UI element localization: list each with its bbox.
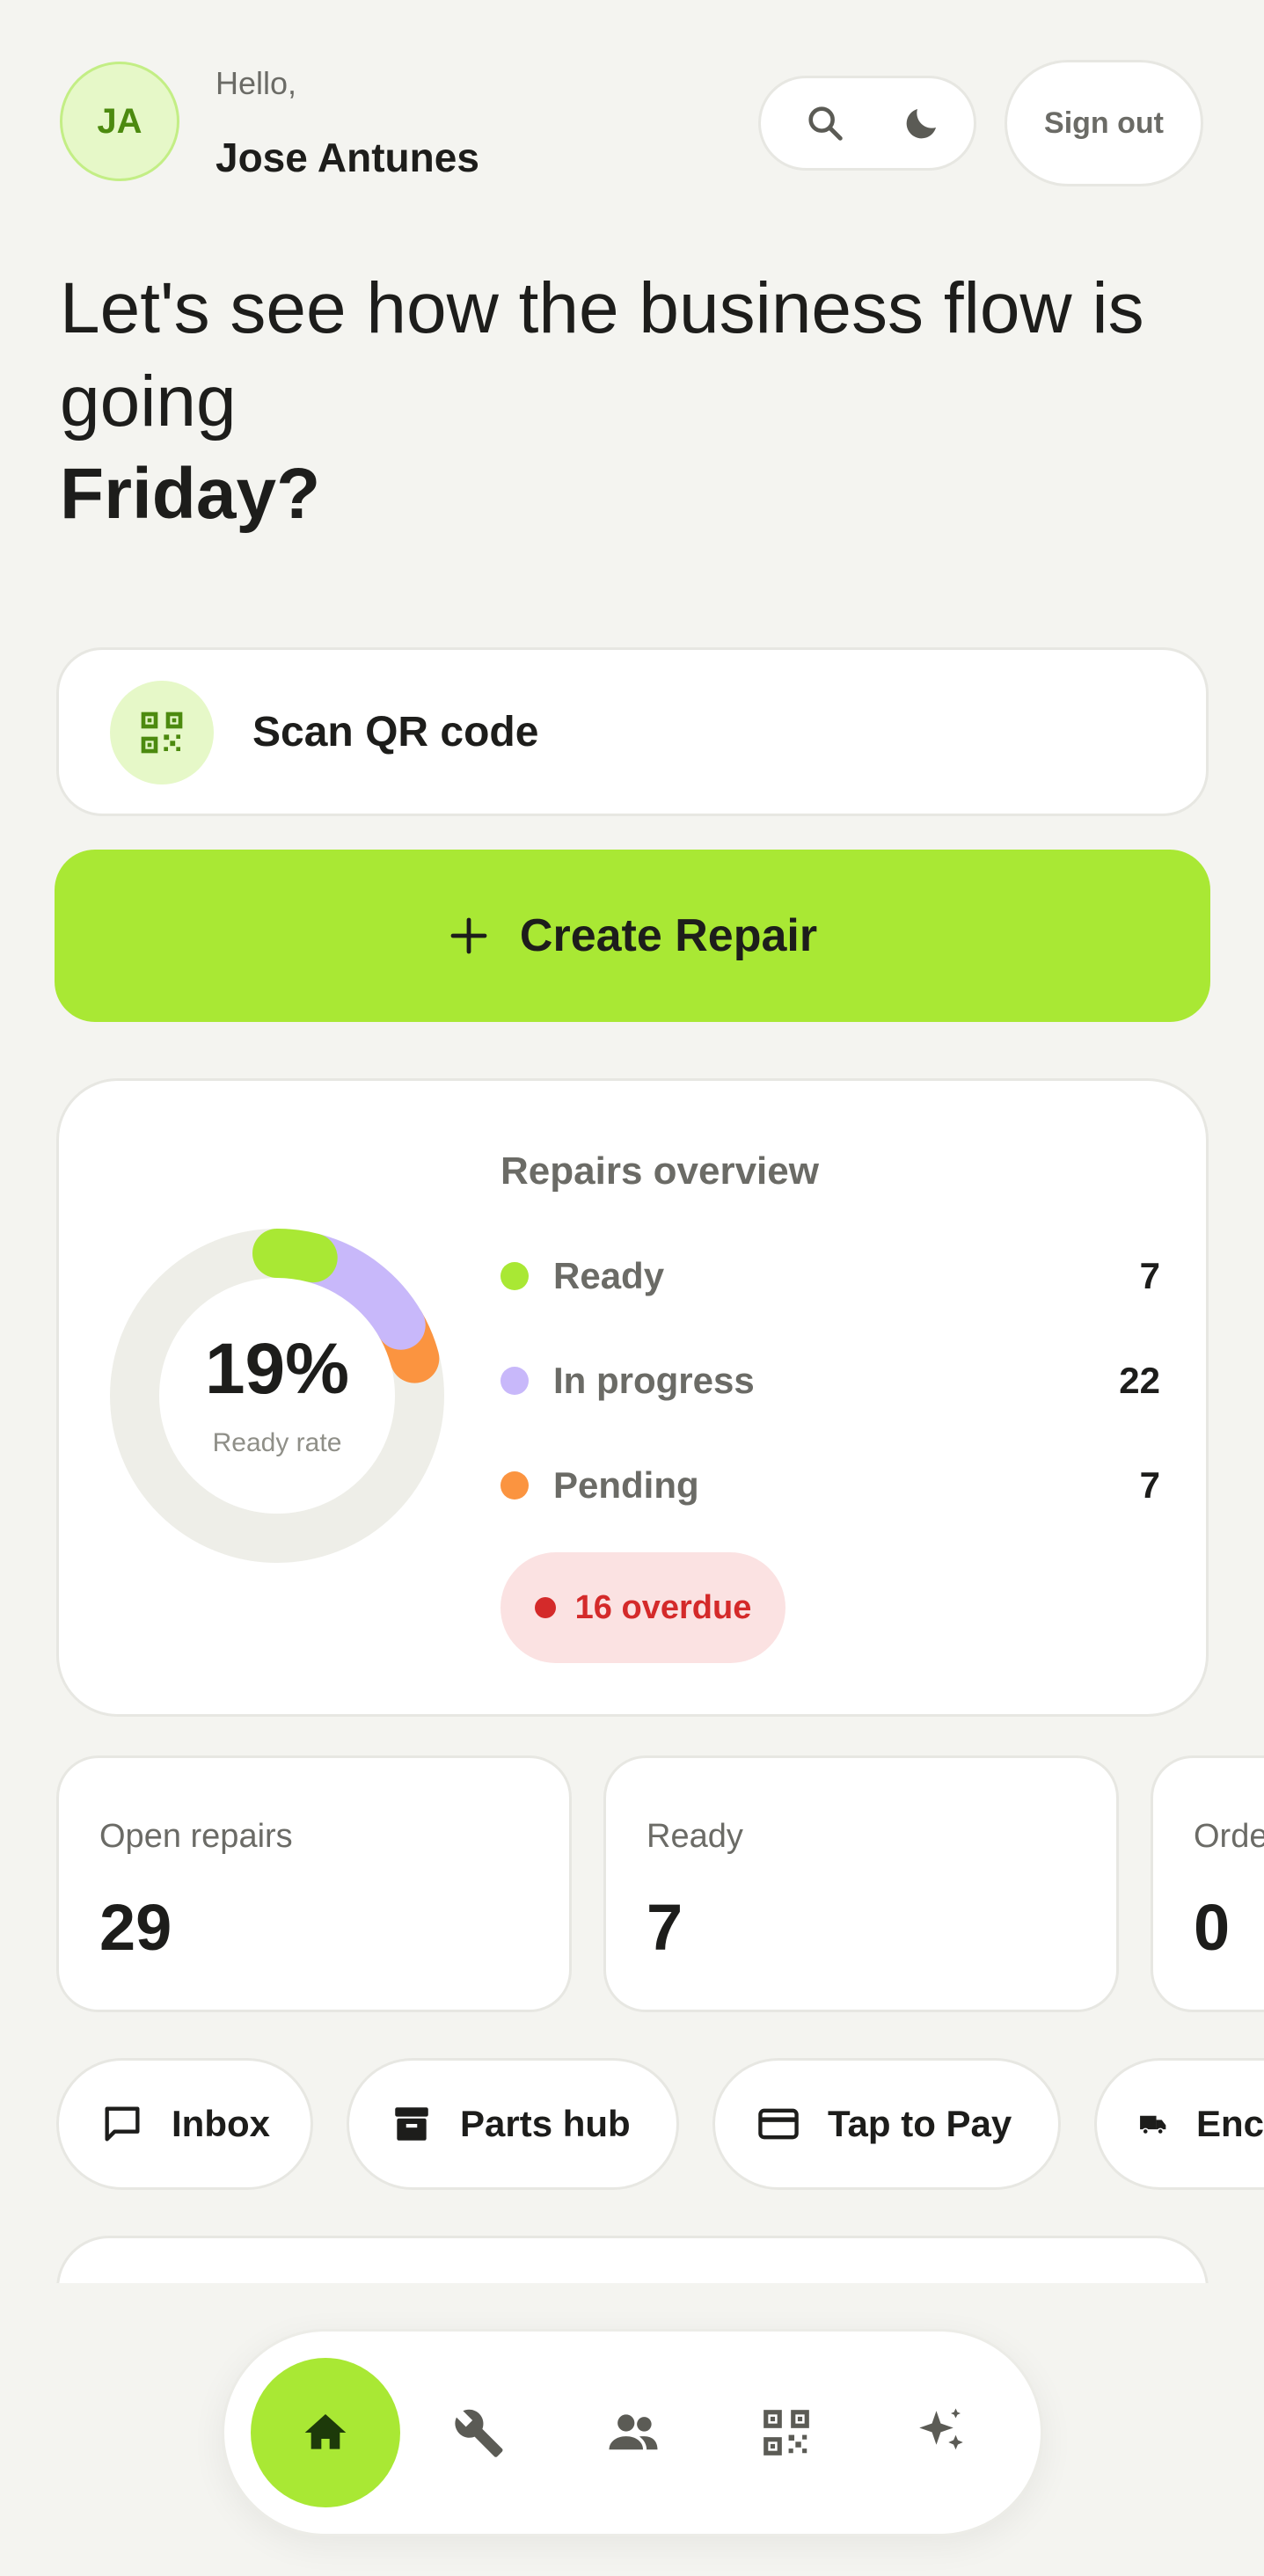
ready-rate-donut: 19% Ready rate (110, 1229, 444, 1563)
legend-item-pending[interactable]: Pending 7 (500, 1459, 1160, 1512)
chip-label: Tap to Pay (828, 2103, 1012, 2144)
stat-card-ready[interactable]: Ready 7 (603, 1755, 1119, 2012)
stat-card-orders[interactable]: Orde 0 (1151, 1755, 1264, 2012)
theme-toggle-button[interactable] (873, 78, 970, 168)
plus-icon (450, 917, 487, 954)
repairs-overview-card[interactable]: 19% Ready rate Repairs overview Ready 7 … (56, 1078, 1209, 1717)
legend-dot (500, 1367, 529, 1395)
headline: Let's see how the business flow is going (60, 268, 1144, 441)
scan-icon-badge (110, 681, 214, 784)
search-icon (808, 106, 843, 141)
legend-value: 22 (1119, 1360, 1160, 1401)
greeting-text: Hello, (216, 65, 297, 101)
nav-scan[interactable] (712, 2358, 861, 2507)
legend-item-in-progress[interactable]: In progress 22 (500, 1354, 1160, 1407)
stat-card-open-repairs[interactable]: Open repairs 29 (56, 1755, 572, 2012)
ready-rate-caption: Ready rate (212, 1428, 342, 1457)
chip-tap-to-pay[interactable]: Tap to Pay (712, 2058, 1061, 2190)
legend-dot (500, 1262, 529, 1290)
legend-label: Pending (553, 1464, 699, 1506)
legend-label: Ready (553, 1255, 665, 1296)
search-button[interactable] (777, 78, 873, 168)
moon-icon (906, 109, 936, 139)
bottom-nav (222, 2329, 1043, 2536)
archive-icon (395, 2107, 428, 2141)
qr-code-icon (141, 712, 183, 754)
stat-value: 0 (1194, 1891, 1231, 1964)
headline-day: Friday? (60, 454, 321, 534)
wrench-icon (455, 2409, 503, 2457)
stat-label: Ready (647, 1818, 743, 1855)
scan-qr-label: Scan QR code (252, 708, 539, 755)
header-tools (758, 76, 976, 171)
chip-label: Inbox (172, 2103, 270, 2144)
stat-value: 29 (99, 1891, 172, 1964)
legend-value: 7 (1139, 1464, 1160, 1506)
user-name: Jose Antunes (216, 135, 479, 180)
create-repair-button[interactable]: Create Repair (55, 850, 1210, 1022)
donut-center: 19% Ready rate (110, 1229, 444, 1563)
nav-ai-assistant[interactable] (866, 2358, 1016, 2507)
stat-label: Open repairs (99, 1818, 293, 1855)
legend-value: 7 (1139, 1255, 1160, 1296)
stat-label: Orde (1194, 1818, 1264, 1855)
sparkle-icon (919, 2408, 963, 2450)
legend-label: In progress (553, 1360, 755, 1401)
legend-item-ready[interactable]: Ready 7 (500, 1250, 1160, 1303)
repairs-overview-title: Repairs overview (500, 1149, 819, 1193)
scan-qr-button[interactable]: Scan QR code (56, 647, 1209, 816)
nav-home[interactable] (251, 2358, 400, 2507)
chat-icon (105, 2106, 140, 2142)
sign-out-button[interactable]: Sign out (1005, 60, 1203, 186)
chip-parts-hub[interactable]: Parts hub (347, 2058, 679, 2190)
overdue-label: 16 overdue (574, 1588, 752, 1626)
qr-code-icon (764, 2410, 809, 2456)
chip-label: Parts hub (460, 2103, 631, 2144)
people-icon (609, 2414, 658, 2450)
nav-customers[interactable] (559, 2358, 708, 2507)
truck-icon (1140, 2115, 1166, 2135)
create-repair-label: Create Repair (519, 910, 818, 961)
chip-label: Enc (1195, 2103, 1264, 2144)
credit-card-icon (758, 2108, 799, 2140)
chip-inbox[interactable]: Inbox (56, 2058, 313, 2190)
legend-dot (500, 1471, 529, 1500)
nav-repairs[interactable] (404, 2358, 553, 2507)
home-icon (304, 2414, 347, 2449)
overdue-dot (534, 1597, 556, 1618)
stat-value: 7 (647, 1891, 683, 1964)
avatar[interactable]: JA (60, 62, 179, 181)
ready-rate-value: 19% (204, 1329, 350, 1409)
overdue-badge[interactable]: 16 overdue (500, 1552, 785, 1663)
chip-encomendas[interactable]: Enc (1094, 2058, 1264, 2190)
